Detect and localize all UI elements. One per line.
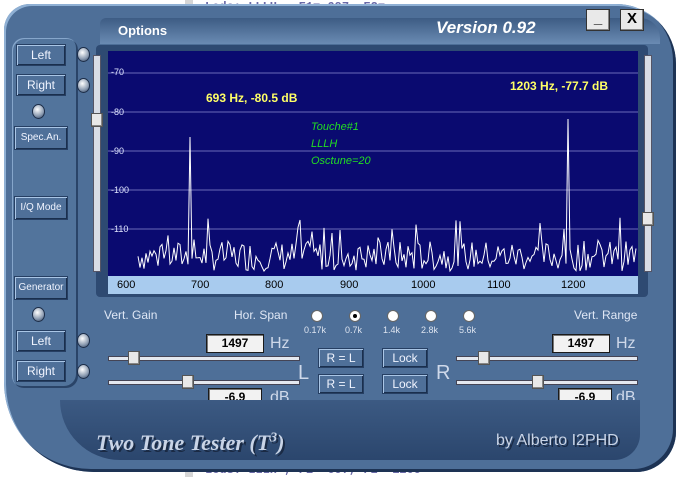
x-label-700: 700 xyxy=(191,279,210,291)
right-frequency-field[interactable]: 1497 xyxy=(552,334,610,353)
left-level-slider-thumb[interactable] xyxy=(182,375,194,389)
left-freq-slider-thumb[interactable] xyxy=(128,351,140,365)
span-radio-1[interactable] xyxy=(349,310,361,322)
spec-right-led[interactable] xyxy=(77,78,90,93)
info-line-1: Touche#1 xyxy=(311,121,359,133)
y-label-3: -100 xyxy=(111,185,130,195)
left-level-slider-track[interactable] xyxy=(108,380,300,385)
right-level-slider-track[interactable] xyxy=(456,380,638,385)
spec-left-button[interactable]: Left xyxy=(16,44,66,66)
y-label-2: -90 xyxy=(111,146,125,156)
span-label-3: 2.8k xyxy=(421,325,439,335)
info-line-2: LLLH xyxy=(311,138,338,150)
y-label-0: -70 xyxy=(111,67,125,77)
spectrum-trace xyxy=(137,118,637,273)
right-hz-unit: Hz xyxy=(616,335,636,352)
info-line-3: Osctune=20 xyxy=(311,155,371,167)
left-hz-unit: Hz xyxy=(270,335,290,352)
span-label-0: 0.17k xyxy=(304,325,327,335)
x-label-900: 900 xyxy=(340,279,359,291)
right-freq-slider-thumb[interactable] xyxy=(478,351,490,365)
span-radio-4[interactable] xyxy=(463,310,475,322)
span-label-1: 0.7k xyxy=(345,325,363,335)
span-radio-0[interactable] xyxy=(311,310,323,322)
right-level-slider-thumb[interactable] xyxy=(532,375,544,389)
y-label-1: -80 xyxy=(111,107,125,117)
gen-right-button[interactable]: Right xyxy=(16,360,66,382)
product-title-text: Two Tone Tester (T xyxy=(96,430,271,455)
generator-led[interactable] xyxy=(32,307,45,322)
x-label-1000: 1000 xyxy=(411,279,436,291)
peak-left-readout: 693 Hz, -80.5 dB xyxy=(206,91,298,105)
peak-right-readout: 1203 Hz, -77.7 dB xyxy=(510,79,609,93)
y-label-4: -110 xyxy=(111,224,129,234)
x-label-1100: 1100 xyxy=(487,279,511,291)
vert-range-label: Vert. Range xyxy=(574,308,638,322)
title-band xyxy=(100,18,660,44)
span-label-4: 5.6k xyxy=(459,325,477,335)
product-title-close: ) xyxy=(277,430,285,455)
lock-button-bottom[interactable]: Lock xyxy=(382,374,428,394)
close-button[interactable]: X xyxy=(620,9,644,31)
spec-led[interactable] xyxy=(32,104,45,119)
generator-button[interactable]: Generator xyxy=(14,276,68,300)
spectrum-plot: -70 -80 -90 -100 -110 693 Hz, -80.5 dB 1… xyxy=(108,51,638,276)
x-label-1200: 1200 xyxy=(561,279,586,291)
frequency-axis: 600 700 800 900 1000 1100 1200 xyxy=(108,276,638,294)
spectrum-analyzer-button[interactable]: Spec.An. xyxy=(14,126,68,150)
hor-span-label: Hor. Span xyxy=(234,308,288,322)
product-title: Two Tone Tester (T3) xyxy=(96,430,285,456)
vert-gain-label: Vert. Gain xyxy=(104,308,158,322)
gen-right-led[interactable] xyxy=(77,364,90,379)
iq-mode-button[interactable]: I/Q Mode xyxy=(14,196,68,220)
vert-gain-slider-thumb[interactable] xyxy=(91,113,103,127)
lock-button-top[interactable]: Lock xyxy=(382,348,428,368)
gen-left-led[interactable] xyxy=(77,333,90,348)
spec-right-button[interactable]: Right xyxy=(16,74,66,96)
left-frequency-field[interactable]: 1497 xyxy=(206,334,264,353)
spec-left-led[interactable] xyxy=(77,47,90,62)
version-label: Version 0.92 xyxy=(436,18,536,37)
span-radio-2[interactable] xyxy=(387,310,399,322)
options-menu[interactable]: Options xyxy=(118,23,167,38)
vert-gain-slider-track[interactable] xyxy=(93,55,101,272)
vert-range-slider-track[interactable] xyxy=(644,55,652,272)
vert-range-slider-thumb[interactable] xyxy=(642,212,654,226)
x-label-600: 600 xyxy=(117,279,136,291)
minimize-button[interactable]: _ xyxy=(586,9,610,31)
span-label-2: 1.4k xyxy=(383,325,401,335)
span-radio-3[interactable] xyxy=(425,310,437,322)
author-credit: by Alberto I2PHD xyxy=(496,432,619,449)
right-channel-label: R xyxy=(436,362,451,384)
r-equals-l-button-top[interactable]: R = L xyxy=(318,348,364,368)
r-equals-l-button-bottom[interactable]: R = L xyxy=(318,374,364,394)
x-label-800: 800 xyxy=(265,279,284,291)
gen-left-button[interactable]: Left xyxy=(16,330,66,352)
